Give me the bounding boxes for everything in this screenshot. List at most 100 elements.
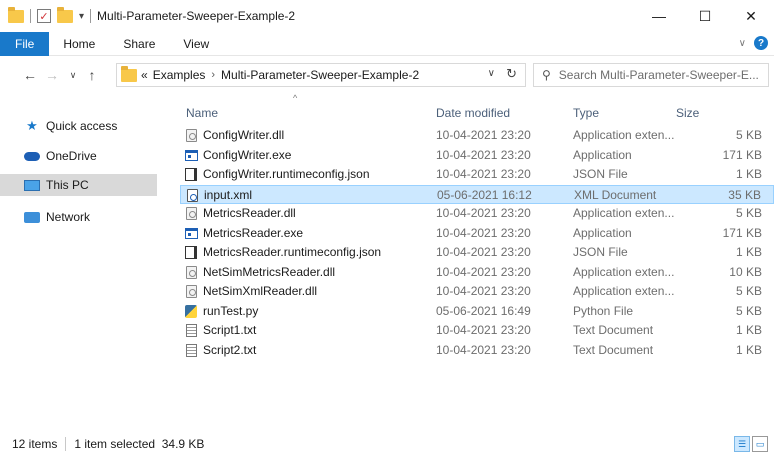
maximize-button[interactable]: ☐ (682, 0, 728, 32)
back-arrow-icon[interactable]: ← (20, 65, 40, 85)
dll-file-icon (184, 128, 198, 143)
python-file-icon (184, 304, 198, 319)
search-icon: ⚲ (542, 68, 551, 82)
breadcrumb-examples[interactable]: Examples (153, 68, 206, 82)
table-row[interactable]: Script2.txt 10-04-2021 23:20 Text Document… (180, 341, 774, 360)
column-header-row: ^ Name Date modified Type Size (180, 93, 774, 126)
sidebar-item-label: Network (46, 210, 91, 224)
file-date: 05-06-2021 16:12 (437, 187, 532, 202)
exe-file-icon (184, 148, 198, 163)
file-size: 1 KB (735, 342, 762, 357)
column-header-type[interactable]: Type (573, 106, 599, 120)
computer-icon (24, 179, 40, 191)
file-size: 5 KB (735, 206, 762, 220)
help-icon[interactable]: ? (754, 36, 768, 50)
toolbar-divider (30, 9, 31, 23)
file-date: 10-04-2021 23:20 (436, 284, 531, 298)
file-size: 35 KB (728, 187, 761, 202)
file-date: 05-06-2021 16:49 (436, 303, 531, 318)
table-row[interactable]: ConfigWriter.dll 10-04-2021 23:20 Applicat… (180, 126, 774, 145)
file-name: MetricsReader.dll (203, 206, 296, 220)
file-type: Application (573, 147, 632, 162)
file-list: ^ Name Date modified Type Size ConfigWri… (180, 93, 774, 431)
file-size: 1 KB (735, 323, 762, 337)
table-row[interactable]: Script1.txt 10-04-2021 23:20 Text Document… (180, 321, 774, 340)
column-header-size[interactable]: Size (676, 106, 699, 120)
quick-access-toolbar: ✓ ▾ (8, 6, 92, 23)
table-row[interactable]: ConfigWriter.exe 10-04-2021 23:20 Applicat… (180, 146, 774, 165)
file-type: Application (573, 225, 632, 240)
file-size: 171 KB (722, 147, 762, 162)
file-type: Application exten... (573, 128, 675, 142)
file-name: runTest.py (203, 303, 259, 318)
sidebar-item-this-pc[interactable]: This PC (0, 174, 157, 196)
details-view-icon[interactable]: ☰ (734, 436, 750, 452)
file-size: 1 KB (735, 167, 762, 181)
status-divider (65, 437, 67, 451)
json-file-icon (184, 167, 198, 182)
window-title: Multi-Parameter-Sweeper-Example-2 (97, 9, 296, 23)
status-bar: 12 items 1 item selected 34.9 KB ☰ ▭ (0, 431, 774, 457)
file-type: Text Document (573, 342, 654, 357)
file-name: NetSimXmlReader.dll (203, 284, 318, 298)
address-dropdown-icon[interactable]: ∨ (488, 68, 495, 79)
file-size: 1 KB (735, 245, 762, 259)
tab-view[interactable]: View (169, 32, 223, 56)
new-folder-icon[interactable] (57, 6, 73, 23)
dll-file-icon (184, 265, 198, 280)
minimize-button[interactable]: — (636, 0, 682, 32)
file-type: Application exten... (573, 284, 675, 298)
tab-share[interactable]: Share (109, 32, 169, 56)
file-date: 10-04-2021 23:20 (436, 128, 531, 142)
up-arrow-icon[interactable]: ↑ (82, 65, 102, 85)
address-bar[interactable]: « Examples › Multi-Parameter-Sweeper-Exa… (116, 63, 526, 87)
refresh-icon[interactable]: ↻ (506, 66, 517, 82)
file-name: Script2.txt (203, 342, 257, 357)
file-name: NetSimMetricsReader.dll (203, 264, 336, 279)
file-date: 10-04-2021 23:20 (436, 206, 531, 220)
file-date: 10-04-2021 23:20 (436, 323, 531, 337)
tab-file[interactable]: File (0, 31, 50, 56)
file-name: MetricsReader.exe (203, 225, 304, 240)
sidebar-item-network[interactable]: Network (0, 206, 157, 228)
table-row[interactable]: MetricsReader.exe 10-04-2021 23:20 Applica… (180, 224, 774, 243)
tab-home[interactable]: Home (49, 32, 109, 56)
recent-locations-icon[interactable]: ∨ (66, 65, 80, 85)
breadcrumb-current[interactable]: Multi-Parameter-Sweeper-Example-2 (221, 68, 419, 82)
table-row[interactable]: NetSimXmlReader.dll 10-04-2021 23:20 Appli… (180, 282, 774, 301)
file-type: JSON File (573, 167, 628, 181)
column-header-date[interactable]: Date modified (436, 106, 510, 120)
file-size: 5 KB (735, 284, 762, 298)
table-row[interactable]: MetricsReader.dll 10-04-2021 23:20 Applica… (180, 204, 774, 223)
table-row[interactable]: input.xml 05-06-2021 16:12 XML Document 35 … (180, 184, 774, 204)
sidebar-item-onedrive[interactable]: OneDrive (0, 145, 157, 167)
breadcrumb-overflow[interactable]: « (141, 68, 148, 82)
file-name: ConfigWriter.dll (203, 128, 285, 142)
sidebar-item-quick-access[interactable]: ★ Quick access (0, 115, 157, 137)
file-type: Application exten... (573, 206, 675, 220)
dll-file-icon (184, 206, 198, 221)
close-button[interactable]: ✕ (728, 0, 774, 32)
json-file-icon (184, 245, 198, 260)
large-icons-view-icon[interactable]: ▭ (752, 436, 768, 452)
file-type: Python File (573, 303, 634, 318)
sort-ascending-icon: ^ (293, 93, 298, 103)
table-row[interactable]: NetSimMetricsReader.dll 10-04-2021 23:20 A… (180, 263, 774, 282)
customize-toolbar-icon[interactable]: ▾ (79, 11, 84, 22)
properties-icon[interactable]: ✓ (37, 9, 51, 23)
view-toggle: ☰ ▭ (734, 436, 768, 452)
toolbar-divider (90, 9, 92, 23)
table-row[interactable]: MetricsReader.runtimeconfig.json 10-04-20… (180, 243, 774, 262)
search-input[interactable]: ⚲ Search Multi-Parameter-Sweeper-E... (533, 63, 769, 87)
forward-arrow-icon[interactable]: → (42, 65, 62, 85)
expand-ribbon-icon[interactable]: ∨ (739, 38, 746, 49)
file-size: 5 KB (735, 128, 762, 142)
xml-file-icon (185, 188, 199, 203)
file-date: 10-04-2021 23:20 (436, 342, 531, 357)
column-header-name[interactable]: Name (186, 106, 218, 120)
breadcrumb-separator[interactable]: › (211, 69, 215, 81)
table-row[interactable]: runTest.py 05-06-2021 16:49 Python File 5 K… (180, 302, 774, 321)
table-row[interactable]: ConfigWriter.runtimeconfig.json 10-04-202… (180, 165, 774, 184)
window-controls: — ☐ ✕ (636, 0, 774, 32)
title-bar: ✓ ▾ Multi-Parameter-Sweeper-Example-2 — … (0, 0, 774, 32)
